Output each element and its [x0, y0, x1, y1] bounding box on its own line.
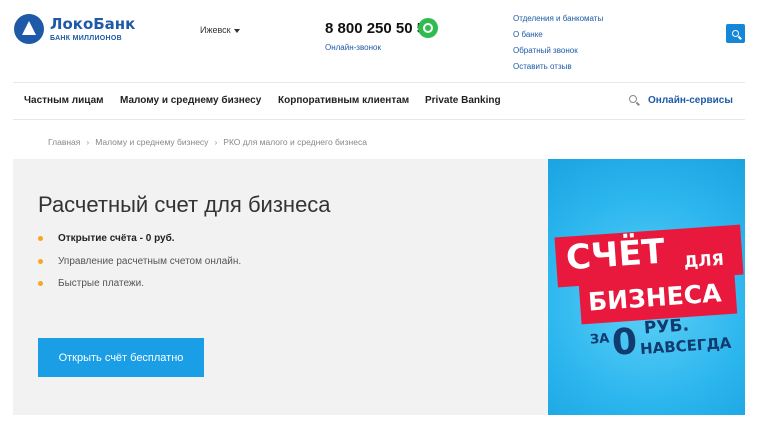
promo-line-1: СЧЁТ — [564, 231, 667, 279]
about-bank-link[interactable]: О банке — [513, 30, 603, 46]
online-call-link[interactable]: Онлайн-звонок — [325, 43, 381, 52]
feature-list: Открытие счёта - 0 руб. Управление расче… — [38, 233, 241, 301]
search-icon[interactable] — [629, 95, 637, 103]
breadcrumb-sme[interactable]: Малому и среднему бизнесу — [95, 137, 208, 147]
list-item: Быстрые платежи. — [38, 278, 241, 301]
promo-zero: 0 — [610, 321, 639, 364]
chevron-down-icon — [233, 28, 240, 33]
nav-item-corporate[interactable]: Корпоративным клиентам — [278, 95, 409, 106]
nav-item-private[interactable]: Частным лицам — [24, 95, 104, 106]
logo-tagline: БАНК МИЛЛИОНОВ — [50, 34, 123, 42]
breadcrumb-current: РКО для малого и среднего бизнеса — [223, 137, 367, 147]
list-item: Открытие счёта - 0 руб. — [38, 233, 241, 256]
search-button[interactable] — [726, 24, 745, 43]
list-item: Управление расчетным счетом онлайн. — [38, 256, 241, 279]
online-services-link[interactable]: Онлайн-сервисы — [648, 95, 733, 106]
hero-section: Расчетный счет для бизнеса Открытие счёт… — [13, 159, 548, 415]
search-icon — [732, 30, 739, 37]
promo-line-1b: ДЛЯ — [683, 249, 725, 272]
nav-item-private-banking[interactable]: Private Banking — [425, 95, 501, 106]
top-links: Отделения и банкоматы О банке Обратный з… — [513, 14, 603, 78]
logo-name: ЛокоБанк — [50, 14, 136, 33]
callback-link[interactable]: Обратный звонок — [513, 46, 603, 62]
promo-banner[interactable]: СЧЁТ ДЛЯ БИЗНЕСА ЗА 0 РУБ. НАВСЕГДА — [548, 159, 745, 415]
open-account-button[interactable]: Открыть счёт бесплатно — [38, 338, 204, 377]
breadcrumb-separator: › — [214, 137, 218, 147]
city-label: Ижевск — [200, 25, 231, 35]
locobank-logo-icon — [14, 14, 44, 44]
whatsapp-icon[interactable] — [418, 18, 438, 38]
city-selector[interactable]: Ижевск — [200, 25, 240, 35]
page-title: Расчетный счет для бизнеса — [38, 192, 331, 217]
main-nav: Частным лицам Малому и среднему бизнесу … — [13, 82, 745, 120]
breadcrumb-separator: › — [86, 137, 90, 147]
promo-rub: РУБ. — [643, 315, 690, 339]
leave-review-link[interactable]: Оставить отзыв — [513, 62, 603, 78]
promo-za: ЗА — [589, 331, 610, 348]
breadcrumb: Главная › Малому и среднему бизнесу › РКО дл… — [48, 137, 367, 147]
branches-atms-link[interactable]: Отделения и банкоматы — [513, 14, 603, 30]
logo[interactable]: ЛокоБанк БАНК МИЛЛИОНОВ — [14, 14, 135, 44]
nav-item-sme[interactable]: Малому и среднему бизнесу — [120, 95, 261, 106]
breadcrumb-home[interactable]: Главная — [48, 137, 80, 147]
